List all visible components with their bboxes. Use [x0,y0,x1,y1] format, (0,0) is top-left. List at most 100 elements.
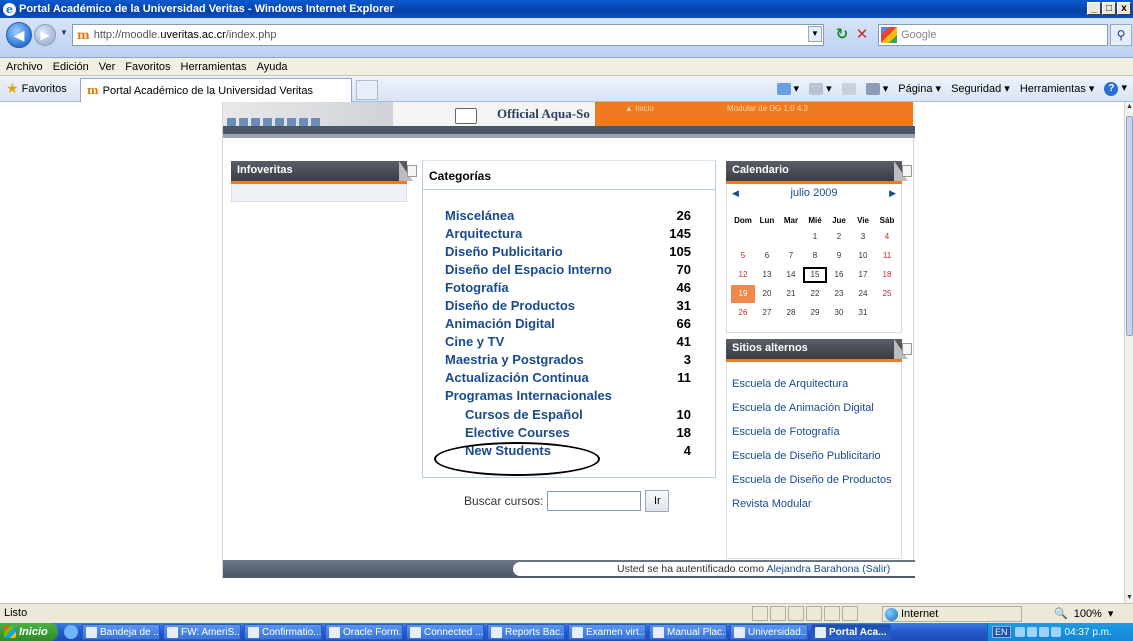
close-button[interactable]: x [1117,2,1131,15]
calendar-day[interactable]: 25 [875,289,899,298]
taskbar-button[interactable]: Manual Plac... [649,624,727,640]
category-link[interactable]: Elective Courses [465,425,570,440]
calendar-day[interactable]: 14 [779,270,803,279]
calendar-day[interactable]: 22 [803,289,827,298]
user-link[interactable]: Alejandra Barahona [766,563,859,575]
calendar-day[interactable]: 7 [779,251,803,260]
calendar-month[interactable]: julio 2009 [790,187,837,199]
calendar-day[interactable]: 1 [803,232,827,241]
calendar-day[interactable]: 11 [875,251,899,260]
calendar-day[interactable]: 21 [779,289,803,298]
sitio-link[interactable]: Escuela de Diseño de Productos [727,474,901,498]
scroll-up-icon[interactable]: ▲ [1125,102,1133,112]
menu-favoritos[interactable]: Favoritos [125,61,170,73]
calendar-day[interactable]: 20 [755,289,779,298]
taskbar-button[interactable]: Universidad... [730,624,808,640]
category-link[interactable]: Fotografía [445,280,509,295]
calendar-day[interactable]: 8 [803,251,827,260]
search-input[interactable]: Google [878,24,1108,46]
calendar-day[interactable]: 12 [731,270,755,279]
calendar-day[interactable]: 27 [755,308,779,317]
menu-herramientas[interactable]: Herramientas [181,61,247,73]
taskbar-button[interactable]: Reports Bac... [487,624,565,640]
taskbar-button[interactable]: FW: AmeriS... [163,624,241,640]
calendar-day[interactable]: 29 [803,308,827,317]
prev-month-icon[interactable]: ◀ [732,188,739,199]
page-menu[interactable]: Página ▾ [898,82,941,95]
browser-tab[interactable]: m Portal Académico de la Universidad Ver… [80,78,352,102]
calendar-day[interactable]: 15 [803,266,827,283]
sitio-link[interactable]: Escuela de Fotografía [727,426,901,450]
next-month-icon[interactable]: ▶ [889,188,896,199]
block-toggle-icon[interactable] [902,165,912,177]
calendar-day[interactable]: 19 [731,284,755,303]
sitio-link[interactable]: Escuela de Animación Digital [727,402,901,426]
scroll-thumb[interactable] [1126,116,1133,336]
logout-link[interactable]: (Salir) [862,563,890,575]
category-link[interactable]: Programas Internacionales [445,388,612,403]
calendar-day[interactable]: 16 [827,270,851,279]
calendar-day[interactable]: 31 [851,308,875,317]
minimize-button[interactable]: _ [1087,2,1101,15]
menu-edicion[interactable]: Edición [53,61,89,73]
category-link[interactable]: Diseño Publicitario [445,244,563,259]
favorites-button[interactable]: ★ Favoritos [6,80,67,97]
language-indicator[interactable]: EN [992,626,1011,638]
calendar-day[interactable]: 13 [755,270,779,279]
calendar-day[interactable]: 2 [827,232,851,241]
print-button[interactable]: ▾ [865,82,888,96]
back-button[interactable]: ◀ [6,22,32,48]
history-dropdown-icon[interactable]: ▼ [60,28,68,37]
category-link[interactable]: Cursos de Español [465,407,583,422]
category-link[interactable]: Cine y TV [445,334,504,349]
category-link[interactable]: Maestria y Postgrados [445,352,584,367]
calendar-day[interactable]: 28 [779,308,803,317]
address-dropdown-icon[interactable]: ▼ [808,26,822,42]
zoom-control[interactable]: 🔍 100% ▾ [1054,607,1113,621]
home-button[interactable]: ▾ [776,82,799,96]
maximize-button[interactable]: □ [1102,2,1116,15]
category-link[interactable]: Miscelánea [445,208,514,223]
feeds-button[interactable]: ▾ [809,82,832,96]
quicklaunch-icon[interactable] [64,625,78,639]
calendar-day[interactable]: 24 [851,289,875,298]
mail-button[interactable] [841,82,856,95]
taskbar-button[interactable]: Confirmatio... [244,624,322,640]
category-link[interactable]: Arquitectura [445,226,522,241]
tools-menu[interactable]: Herramientas ▾ [1020,82,1095,95]
scroll-down-icon[interactable]: ▼ [1125,593,1133,603]
taskbar-button[interactable]: Oracle Form... [325,624,403,640]
forward-button[interactable]: ▶ [34,24,56,46]
new-tab-button[interactable] [356,80,378,100]
sitio-link[interactable]: Escuela de Diseño Publicitario [727,450,901,474]
calendar-day[interactable]: 17 [851,270,875,279]
taskbar-button[interactable]: Connected ... [406,624,484,640]
calendar-day[interactable]: 5 [731,251,755,260]
menu-ayuda[interactable]: Ayuda [257,61,288,73]
taskbar-button[interactable]: Examen virt... [568,624,646,640]
calendar-day[interactable]: 26 [731,308,755,317]
taskbar-button[interactable]: Bandeja de ... [82,624,160,640]
calendar-day[interactable]: 10 [851,251,875,260]
menu-ver[interactable]: Ver [99,61,116,73]
category-link[interactable]: Animación Digital [445,316,555,331]
sitio-link[interactable]: Revista Modular [727,498,901,522]
search-icon[interactable]: ⚲ [1110,24,1132,46]
category-link[interactable]: Actualización Continua [445,370,589,385]
calendar-day[interactable]: 9 [827,251,851,260]
course-search-input[interactable] [547,491,642,511]
calendar-day[interactable]: 18 [875,270,899,279]
help-button[interactable]: ? ▾ [1104,81,1127,96]
taskbar-button[interactable]: Portal Aca... [811,624,891,640]
calendar-day[interactable]: 4 [875,232,899,241]
address-bar[interactable]: m http://moodle.uveritas.ac.cr/index.php [72,24,824,46]
menu-archivo[interactable]: Archivo [6,61,43,73]
refresh-icon[interactable]: ↻ [832,25,852,45]
calendar-day[interactable]: 23 [827,289,851,298]
stop-icon[interactable]: ✕ [852,25,872,45]
sitio-link[interactable]: Escuela de Arquitectura [727,378,901,402]
calendar-day[interactable]: 3 [851,232,875,241]
security-zone[interactable]: Internet [882,606,1022,622]
security-menu[interactable]: Seguridad ▾ [951,82,1010,95]
block-toggle-icon[interactable] [407,165,417,177]
